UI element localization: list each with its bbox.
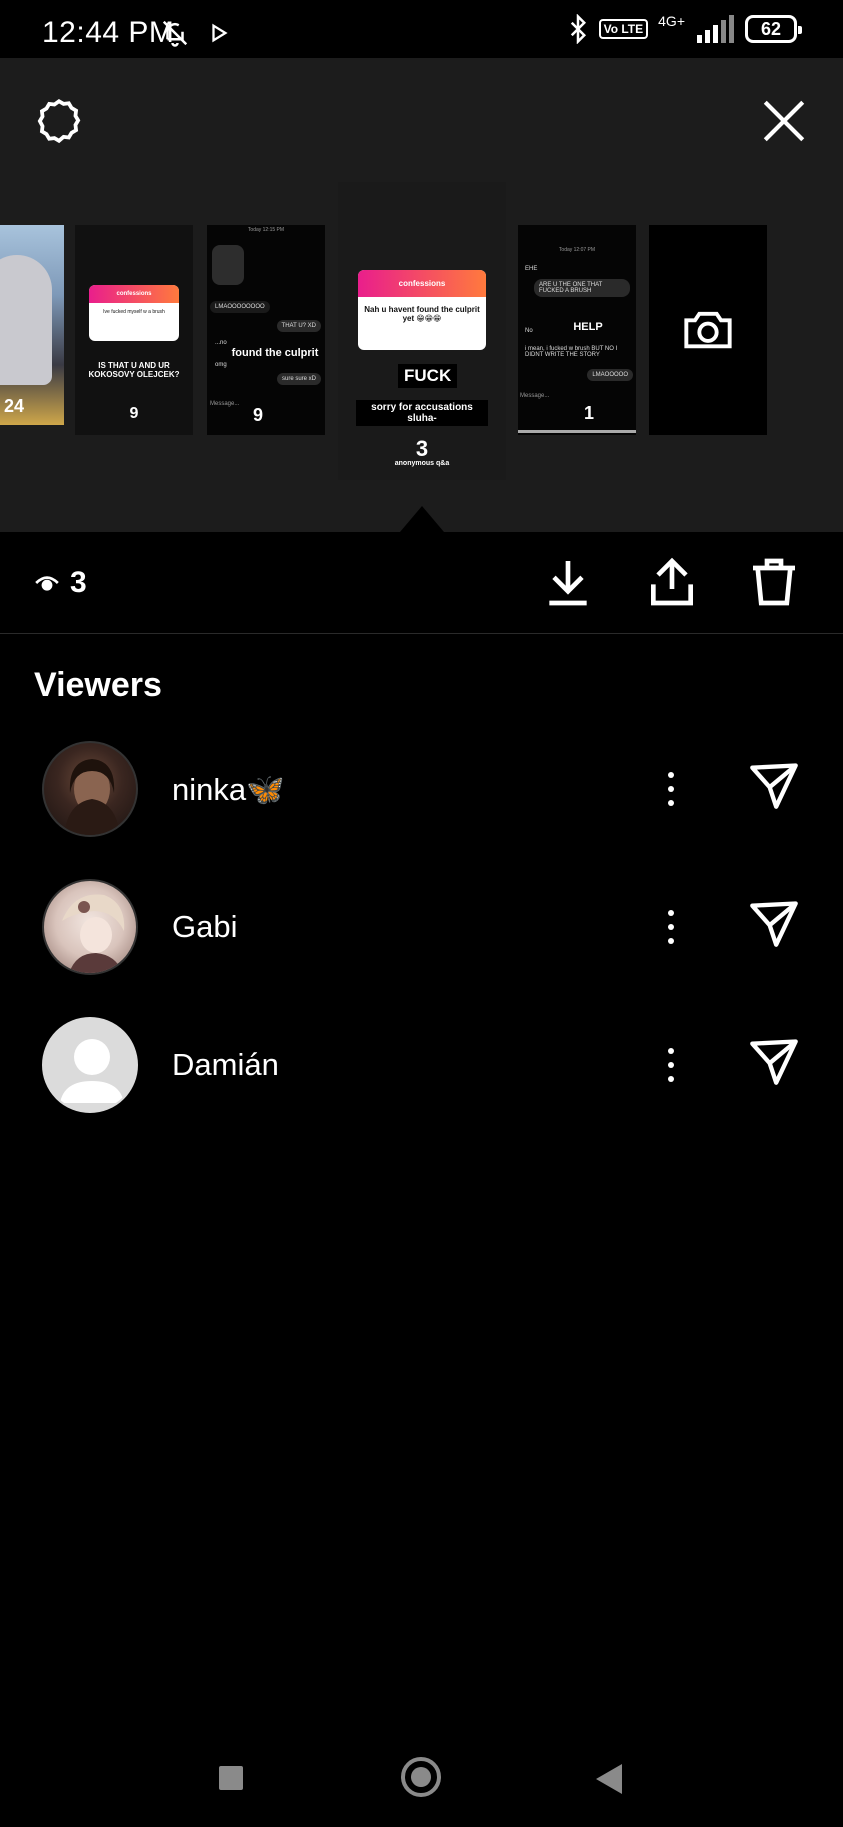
- ngl-brand-text: anonymous q&a: [394, 460, 450, 467]
- play-store-icon: [212, 23, 228, 43]
- ngl-logo-count: 3: [415, 436, 429, 461]
- mini-story-reply: [212, 245, 244, 285]
- send-message-icon[interactable]: [748, 897, 800, 949]
- story-word-sticker: FUCK: [398, 364, 458, 388]
- status-bar: 12:44 PM Vo LTE 4G+ 62: [0, 0, 843, 58]
- viewer-name[interactable]: Damián: [172, 1047, 279, 1083]
- network-type: 4G+: [658, 13, 685, 29]
- download-icon[interactable]: [540, 554, 596, 610]
- story-action-bar: 3: [0, 532, 843, 634]
- send-message-icon[interactable]: [748, 759, 800, 811]
- viewer-name[interactable]: ninka🦋: [172, 771, 285, 808]
- avatar[interactable]: [42, 1017, 138, 1113]
- avatar-photo: [64, 759, 120, 835]
- view-count: 3: [34, 566, 87, 600]
- selected-story-pointer: [400, 506, 444, 532]
- share-icon[interactable]: [644, 554, 700, 610]
- more-options-button[interactable]: [656, 1037, 686, 1093]
- back-button[interactable]: [596, 1764, 622, 1794]
- story-caption: found the culprit: [231, 347, 319, 359]
- more-options-button[interactable]: [656, 761, 686, 817]
- story-thumbnail[interactable]: Today 12:15 PM THAT U? XD LMAOOOOOOOO ..…: [207, 225, 325, 435]
- thumb-view-count: 9: [253, 405, 264, 425]
- volte-badge: Vo LTE: [598, 19, 649, 39]
- story-thumbnail-selected[interactable]: confessions Nah u havent found the culpr…: [338, 182, 506, 480]
- default-avatar-icon: [60, 1039, 124, 1103]
- viewer-row[interactable]: ninka🦋: [0, 741, 843, 861]
- send-message-icon[interactable]: [748, 1035, 800, 1087]
- status-time: 12:44 PM: [42, 16, 175, 49]
- add-story-camera-button[interactable]: [649, 225, 767, 435]
- view-count-number: 3: [70, 566, 87, 599]
- question-card: confessions Ive fucked myself w a brush: [89, 285, 179, 341]
- avatar-photo: [62, 894, 125, 973]
- bell-off-icon: [162, 20, 188, 47]
- story-thumbnail[interactable]: Today 12:07 PM EHE ARE U THE ONE THAT FU…: [518, 225, 636, 435]
- question-card: confessions Nah u havent found the culpr…: [358, 270, 486, 350]
- system-nav-bar: [0, 1740, 843, 1827]
- thumb-view-count: 1: [584, 403, 595, 423]
- battery-indicator: 62: [745, 15, 802, 43]
- story-tray-panel: 24 confessions Ive fucked myself w a bru…: [0, 58, 843, 532]
- story-caption: IS THAT U AND UR KOKOSOVY OLEJCEK?: [88, 361, 180, 379]
- recent-apps-button[interactable]: [219, 1766, 243, 1790]
- viewer-name[interactable]: Gabi: [172, 909, 237, 945]
- viewers-heading: Viewers: [34, 666, 162, 704]
- avatar[interactable]: [42, 879, 138, 975]
- anime-character-image: [0, 255, 52, 385]
- story-caption: sorry for accusations sluha-: [356, 400, 488, 426]
- more-options-button[interactable]: [656, 899, 686, 955]
- signal-icon: [697, 15, 734, 43]
- story-caption: HELP: [573, 321, 603, 333]
- eye-icon: [35, 576, 59, 591]
- viewer-row[interactable]: Damián: [0, 1017, 843, 1137]
- story-thumbnail[interactable]: confessions Ive fucked myself w a brush …: [75, 225, 193, 435]
- bluetooth-icon: [570, 14, 586, 44]
- close-icon[interactable]: [759, 96, 809, 146]
- avatar[interactable]: [42, 741, 138, 837]
- ngl-logo-count: 9: [129, 405, 139, 422]
- thumb-view-count: 24: [4, 396, 25, 416]
- trash-icon[interactable]: [746, 554, 802, 610]
- camera-icon: [684, 311, 732, 349]
- home-button[interactable]: [401, 1757, 441, 1797]
- story-thumbnail[interactable]: 24: [0, 225, 64, 425]
- settings-gear-icon[interactable]: [34, 96, 84, 146]
- thumb-progress: [518, 430, 636, 433]
- viewer-row[interactable]: Gabi: [0, 879, 843, 999]
